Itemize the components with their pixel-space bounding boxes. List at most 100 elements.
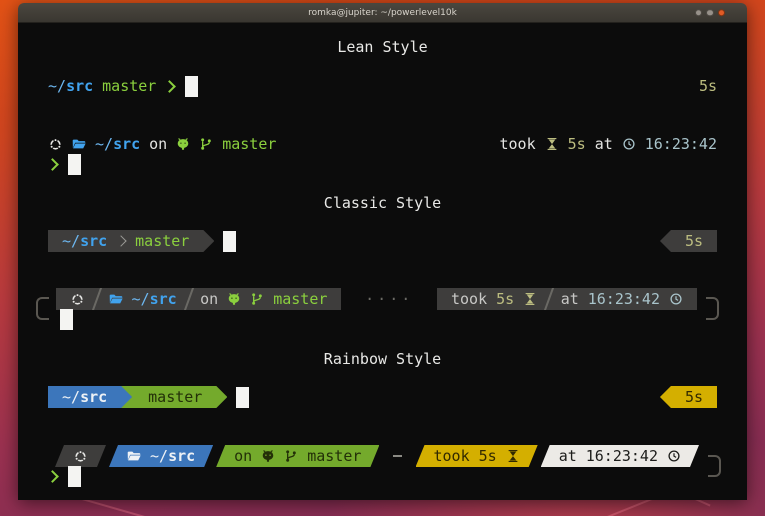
current-directory: ~/src xyxy=(95,135,140,153)
command-duration: 5s xyxy=(685,232,703,250)
section-title-classic: Classic Style xyxy=(18,192,747,214)
current-directory: ~/src xyxy=(62,232,107,250)
section-title-text: Rainbow Style xyxy=(324,350,441,368)
took-label: took xyxy=(451,290,487,308)
slash-separator xyxy=(91,288,102,310)
maximize-button[interactable] xyxy=(706,9,714,17)
cursor-block xyxy=(223,231,236,252)
git-branch-name: master xyxy=(102,77,156,95)
clock-icon xyxy=(667,449,681,463)
current-directory: ~/src xyxy=(132,290,177,308)
powerline-segment-duration: 5s xyxy=(660,230,717,252)
command-duration: 5s xyxy=(479,447,497,465)
git-branch-icon xyxy=(250,292,264,306)
section-title-lean: Lean Style xyxy=(18,36,747,58)
prompt-frame-right xyxy=(706,297,719,320)
powerline-segment-branch: master xyxy=(121,386,227,408)
powerline-segment-duration: 5s xyxy=(660,386,717,408)
close-button[interactable] xyxy=(718,9,726,17)
hourglass-icon xyxy=(523,292,537,306)
hourglass-icon xyxy=(506,449,520,463)
current-time: 16:23:42 xyxy=(645,135,717,153)
github-octocat-icon xyxy=(227,292,241,306)
classic-prompt-one-line: ~/src master 5s xyxy=(48,230,717,252)
folder-icon xyxy=(72,137,86,151)
powerline-segment-duration: took 5s xyxy=(416,445,538,467)
on-label: on xyxy=(234,447,252,465)
rainbow-prompt-one-line: ~/src master 5s xyxy=(48,386,717,408)
prompt-frame-left xyxy=(36,297,49,320)
classic-prompt-input-line xyxy=(60,308,73,330)
ubuntu-logo-icon xyxy=(48,137,63,152)
window-controls xyxy=(695,9,726,17)
minimize-button[interactable] xyxy=(695,9,703,17)
clock-icon xyxy=(622,137,636,151)
on-label: on xyxy=(200,290,218,308)
powerline-segment-os xyxy=(55,445,106,467)
powerline-segment-time: at 16:23:42 xyxy=(541,445,699,467)
command-duration: 5s xyxy=(685,388,703,406)
cursor-block xyxy=(236,387,249,408)
window-titlebar[interactable]: romka@jupiter: ~/powerlevel10k xyxy=(18,3,747,23)
command-duration: 5s xyxy=(699,77,717,95)
powerline-segment-context: ~/src on master xyxy=(56,288,341,310)
powerline-segment-path: ~/src xyxy=(109,445,213,467)
section-title-rainbow: Rainbow Style xyxy=(18,348,747,370)
gap-filler-dots: ···· xyxy=(350,290,428,308)
section-title-text: Classic Style xyxy=(324,194,441,212)
current-time: 16:23:42 xyxy=(586,447,658,465)
lean-prompt-one-line: ~/src master 5s xyxy=(48,75,717,97)
current-directory: ~/src xyxy=(150,447,195,465)
rainbow-prompt-input-line xyxy=(48,465,717,487)
github-octocat-icon xyxy=(176,137,190,151)
rainbow-prompt-two-line: ~/src on master took xyxy=(55,445,699,467)
chevron-separator-icon xyxy=(115,235,126,246)
chevron-right-icon xyxy=(46,158,59,171)
on-label: on xyxy=(149,135,167,153)
at-label: at xyxy=(561,290,579,308)
command-duration: 5s xyxy=(496,290,514,308)
section-title-text: Lean Style xyxy=(337,38,427,56)
ubuntu-logo-icon xyxy=(70,292,85,307)
slash-separator xyxy=(543,288,554,310)
classic-prompt-two-line: ~/src on master ···· took 5 xyxy=(56,288,697,310)
window-title: romka@jupiter: ~/powerlevel10k xyxy=(308,8,457,18)
git-branch-icon xyxy=(199,137,213,151)
powerline-segment-path: ~/src master xyxy=(48,230,214,252)
took-label: took xyxy=(500,135,536,153)
terminal-window: romka@jupiter: ~/powerlevel10k Lean Styl… xyxy=(18,3,747,500)
gap-filler-line xyxy=(393,455,401,457)
chevron-right-icon xyxy=(46,470,59,483)
lean-prompt-input-line xyxy=(48,153,717,175)
powerline-segment-branch: on master xyxy=(216,445,379,467)
cursor-block xyxy=(68,154,81,175)
folder-icon xyxy=(127,449,141,463)
cursor-block xyxy=(68,466,81,487)
clock-icon xyxy=(669,292,683,306)
took-label: took xyxy=(434,447,470,465)
terminal[interactable]: Lean Style ~/src master 5s xyxy=(18,23,747,500)
git-branch-name: master xyxy=(307,447,361,465)
desktop-wallpaper: romka@jupiter: ~/powerlevel10k Lean Styl… xyxy=(0,0,765,516)
git-branch-name: master xyxy=(222,135,276,153)
git-branch-name: master xyxy=(273,290,327,308)
slash-separator xyxy=(183,288,194,310)
lean-prompt-two-line: ~/src on master took 5s at xyxy=(48,133,717,155)
ubuntu-logo-icon xyxy=(73,449,88,464)
powerline-segment-path: ~/src xyxy=(48,386,132,408)
powerline-segment-status: took 5s at 16:23:42 xyxy=(437,288,697,310)
folder-icon xyxy=(109,292,123,306)
git-branch-icon xyxy=(284,449,298,463)
current-directory: ~/src xyxy=(62,388,107,406)
at-label: at xyxy=(595,135,613,153)
command-duration: 5s xyxy=(568,135,586,153)
current-directory: ~/src xyxy=(48,77,93,95)
github-octocat-icon xyxy=(261,449,275,463)
git-branch-name: master xyxy=(148,388,202,406)
git-branch-name: master xyxy=(135,232,189,250)
current-time: 16:23:42 xyxy=(588,290,660,308)
at-label: at xyxy=(559,447,577,465)
cursor-block xyxy=(60,309,73,330)
cursor-block xyxy=(185,76,198,97)
chevron-right-icon xyxy=(163,80,176,93)
